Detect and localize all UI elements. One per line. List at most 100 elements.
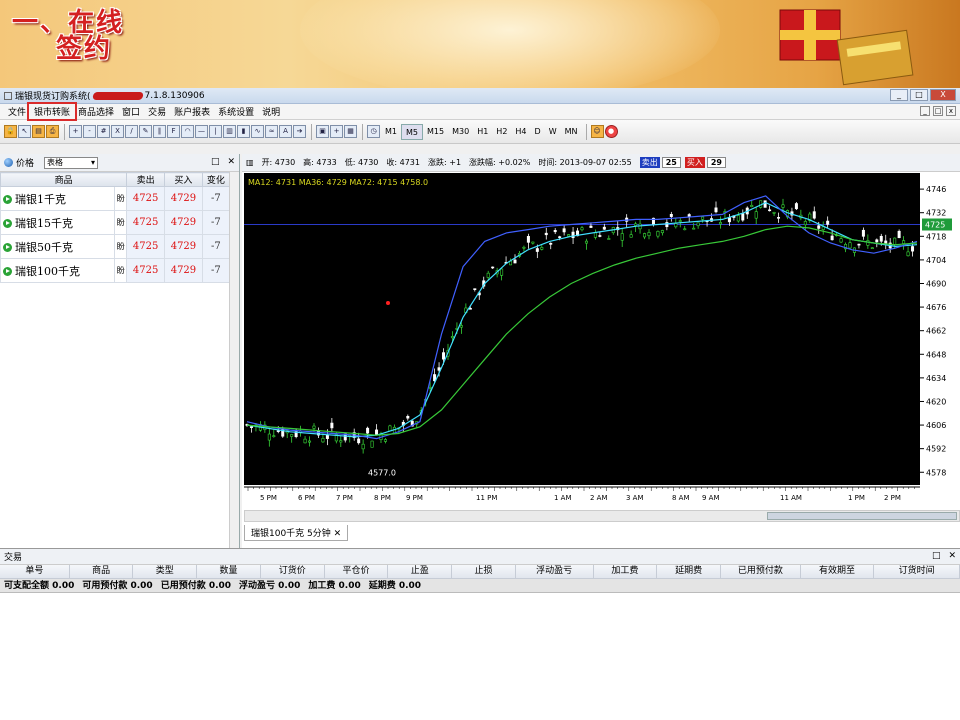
table-row[interactable]: 瑞银1千克 盼 4725 4729 -7 bbox=[0, 186, 231, 211]
trade-col-header[interactable]: 类型 bbox=[133, 565, 198, 578]
menu-trade[interactable]: 交易 bbox=[144, 105, 170, 118]
account-icon[interactable]: ☺ bbox=[590, 125, 604, 138]
sell-price[interactable]: 4725 bbox=[126, 186, 166, 211]
menu-system-settings[interactable]: 系统设置 bbox=[214, 105, 258, 118]
candle-body bbox=[821, 226, 825, 230]
pen-icon[interactable]: ✎ bbox=[139, 125, 152, 138]
zoom-out-icon[interactable]: - bbox=[83, 125, 96, 138]
buy-price[interactable]: 4729 bbox=[164, 258, 203, 283]
x-tick-label: 6 PM bbox=[298, 494, 315, 502]
panel-close-icon[interactable]: ✕ bbox=[227, 157, 235, 167]
period-mn[interactable]: MN bbox=[561, 124, 582, 140]
period-m30[interactable]: M30 bbox=[448, 124, 473, 140]
template-icon[interactable]: ▦ bbox=[344, 125, 357, 138]
delete-icon[interactable]: X bbox=[111, 125, 124, 138]
stop-icon[interactable]: ● bbox=[604, 125, 618, 138]
menu-account-report[interactable]: 账户报表 bbox=[170, 105, 214, 118]
mdi-minimize-icon[interactable]: _ bbox=[920, 106, 930, 116]
zoom-in-icon[interactable]: + bbox=[69, 125, 82, 138]
menu-product-select[interactable]: 商品选择 bbox=[74, 105, 118, 118]
candle-body bbox=[602, 226, 606, 230]
trade-col-header[interactable]: 平仓价 bbox=[325, 565, 389, 578]
minimize-button[interactable]: _ bbox=[890, 89, 908, 101]
mdi-close-icon[interactable]: x bbox=[946, 106, 956, 116]
fibonacci-icon[interactable]: F bbox=[167, 125, 180, 138]
chart-tab[interactable]: 瑞银100千克 5分钟 ✕ bbox=[244, 525, 349, 541]
buy-price[interactable]: 4729 bbox=[164, 186, 203, 211]
chart-hscrollbar[interactable] bbox=[244, 510, 960, 522]
candle-chart-icon[interactable]: ▮ bbox=[237, 125, 250, 138]
bar-chart-icon[interactable]: ▥ bbox=[223, 125, 236, 138]
text-icon[interactable]: A bbox=[279, 125, 292, 138]
table-row[interactable]: 瑞银50千克 盼 4725 4729 -7 bbox=[0, 234, 231, 259]
quote-scrollbar[interactable] bbox=[229, 172, 239, 548]
period-h1[interactable]: H1 bbox=[473, 124, 492, 140]
sell-price[interactable]: 4725 bbox=[126, 210, 166, 235]
trade-col-header[interactable]: 加工费 bbox=[594, 565, 658, 578]
menu-bank-transfer[interactable]: 银市转账 bbox=[27, 102, 78, 121]
period-m1[interactable]: M1 bbox=[381, 124, 401, 140]
period-d[interactable]: D bbox=[531, 124, 545, 140]
table-row[interactable]: 瑞银100千克 盼 4725 4729 -7 bbox=[0, 258, 231, 283]
sell-tag[interactable]: 卖出 bbox=[639, 157, 660, 168]
period-h4[interactable]: H4 bbox=[511, 124, 530, 140]
panel-restore-icon[interactable]: □ bbox=[932, 551, 941, 561]
table-row[interactable]: 瑞银15千克 盼 4725 4729 -7 bbox=[0, 210, 231, 235]
buy-tag[interactable]: 买入 bbox=[684, 157, 705, 168]
buy-price[interactable]: 4729 bbox=[164, 234, 203, 259]
trade-col-header[interactable]: 单号 bbox=[0, 565, 70, 578]
channel-icon[interactable]: ∥ bbox=[153, 125, 166, 138]
trade-col-header[interactable]: 数量 bbox=[197, 565, 261, 578]
add-indicator-icon[interactable]: + bbox=[330, 125, 343, 138]
chart-window-icon[interactable]: ▤ bbox=[32, 125, 45, 138]
menu-file[interactable]: 文件 bbox=[4, 105, 30, 118]
period-w[interactable]: W bbox=[545, 124, 561, 140]
print-icon[interactable]: ⎙ bbox=[46, 125, 59, 138]
x-tick-label: 9 PM bbox=[406, 494, 423, 502]
period-m5[interactable]: M5 bbox=[401, 123, 423, 140]
summary-item: 延期费 0.00 bbox=[368, 581, 422, 591]
period-m15[interactable]: M15 bbox=[423, 124, 448, 140]
period-icon[interactable]: ◷ bbox=[367, 125, 380, 138]
scroll-thumb[interactable] bbox=[767, 512, 957, 520]
close-button[interactable]: X bbox=[930, 89, 956, 101]
maximize-button[interactable]: □ bbox=[910, 89, 928, 101]
trade-col-header[interactable]: 止盈 bbox=[388, 565, 453, 578]
col-change[interactable]: 变化 bbox=[201, 172, 231, 187]
image-icon[interactable]: ▣ bbox=[316, 125, 329, 138]
trade-col-header[interactable]: 延期费 bbox=[657, 565, 721, 578]
col-sell[interactable]: 卖出 bbox=[126, 172, 166, 187]
trade-col-header[interactable]: 有效期至 bbox=[801, 565, 875, 578]
trade-col-header[interactable]: 止损 bbox=[452, 565, 516, 578]
lock-icon[interactable]: 🔒 bbox=[4, 125, 17, 138]
trade-col-header[interactable]: 已用预付款 bbox=[721, 565, 801, 578]
vline-icon[interactable]: | bbox=[209, 125, 222, 138]
line-chart-icon[interactable]: ∿ bbox=[251, 125, 264, 138]
trendline-icon[interactable]: / bbox=[125, 125, 138, 138]
sell-price[interactable]: 4725 bbox=[126, 258, 166, 283]
price-chart[interactable]: 4746 4732 4718 4704 4690 4676 4662 4648 4634 4620… bbox=[244, 173, 958, 485]
panel-restore-icon[interactable]: □ bbox=[211, 157, 220, 167]
arrow-icon[interactable]: ➔ bbox=[293, 125, 306, 138]
period-h2[interactable]: H2 bbox=[492, 124, 511, 140]
trade-col-header[interactable]: 商品 bbox=[70, 565, 134, 578]
trade-col-header[interactable]: 订货时间 bbox=[874, 565, 960, 578]
menu-help[interactable]: 说明 bbox=[258, 105, 284, 118]
grid-icon[interactable]: # bbox=[97, 125, 110, 138]
arc-icon[interactable]: ◠ bbox=[181, 125, 194, 138]
panel-close-icon[interactable]: ✕ bbox=[948, 551, 956, 561]
col-product[interactable]: 商品 bbox=[0, 172, 128, 187]
cursor-icon[interactable]: ↖ bbox=[18, 125, 31, 138]
sell-price[interactable]: 4725 bbox=[126, 234, 166, 259]
indicator-icon[interactable]: ≈ bbox=[265, 125, 278, 138]
menu-window[interactable]: 窗口 bbox=[118, 105, 144, 118]
trade-col-header[interactable]: 浮动盈亏 bbox=[516, 565, 594, 578]
hline-icon[interactable]: — bbox=[195, 125, 208, 138]
col-buy[interactable]: 买入 bbox=[164, 172, 203, 187]
tab-close-icon[interactable]: ✕ bbox=[334, 529, 342, 539]
view-select[interactable]: 表格 bbox=[44, 156, 99, 169]
candle-body bbox=[459, 325, 463, 328]
mdi-restore-icon[interactable]: □ bbox=[933, 106, 943, 116]
trade-col-header[interactable]: 订货价 bbox=[261, 565, 325, 578]
buy-price[interactable]: 4729 bbox=[164, 210, 203, 235]
